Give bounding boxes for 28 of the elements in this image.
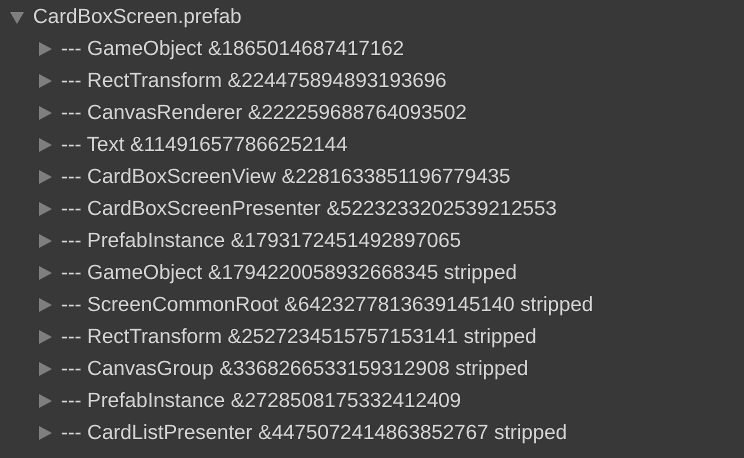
- tree-item-label[interactable]: --- CardBoxScreenView &2281633851196779435: [61, 165, 510, 189]
- collapsed-arrow-icon[interactable]: [38, 105, 52, 121]
- tree-item-label[interactable]: --- GameObject &1794220058932668345 stripped: [61, 261, 517, 285]
- tree-item-label[interactable]: --- CanvasRenderer &222259688764093502: [61, 101, 467, 125]
- tree-item-label[interactable]: --- PrefabInstance &2728508175332412409: [61, 389, 462, 413]
- tree-item-label[interactable]: --- RectTransform &224475894893193696: [61, 69, 447, 93]
- tree-item-label[interactable]: --- CardBoxScreenPresenter &5223233202539212553: [61, 197, 557, 221]
- collapsed-arrow-icon[interactable]: [38, 137, 52, 153]
- collapsed-arrow-icon[interactable]: [38, 393, 52, 409]
- collapsed-arrow-icon[interactable]: [38, 73, 52, 89]
- tree-item-label[interactable]: --- CardListPresenter &4475072414863852767 stripped: [61, 421, 568, 445]
- collapsed-arrow-icon[interactable]: [38, 41, 52, 57]
- tree-item-label[interactable]: --- RectTransform &2527234515757153141 stripped: [61, 325, 537, 349]
- tree-item-label[interactable]: --- PrefabInstance &1793172451492897065: [61, 229, 462, 253]
- collapsed-arrow-icon[interactable]: [38, 329, 52, 345]
- expanded-arrow-icon[interactable]: [10, 9, 24, 25]
- collapsed-arrow-icon[interactable]: [38, 201, 52, 217]
- tree-item-label[interactable]: --- GameObject &1865014687417162: [61, 37, 404, 61]
- tree-item-label[interactable]: --- ScreenCommonRoot &6423277813639145140 stripped: [61, 293, 594, 317]
- tree-item-label[interactable]: --- CanvasGroup &3368266533159312908 stripped: [61, 357, 528, 381]
- tree-item-label[interactable]: CardBoxScreen.prefab: [33, 5, 242, 29]
- collapsed-arrow-icon[interactable]: [38, 361, 52, 377]
- collapsed-arrow-icon[interactable]: [38, 169, 52, 185]
- collapsed-arrow-icon[interactable]: [38, 265, 52, 281]
- collapsed-arrow-icon[interactable]: [38, 233, 52, 249]
- tree-item-label[interactable]: --- Text &114916577866252144: [61, 133, 348, 157]
- collapsed-arrow-icon[interactable]: [38, 297, 52, 313]
- collapsed-arrow-icon[interactable]: [38, 425, 52, 441]
